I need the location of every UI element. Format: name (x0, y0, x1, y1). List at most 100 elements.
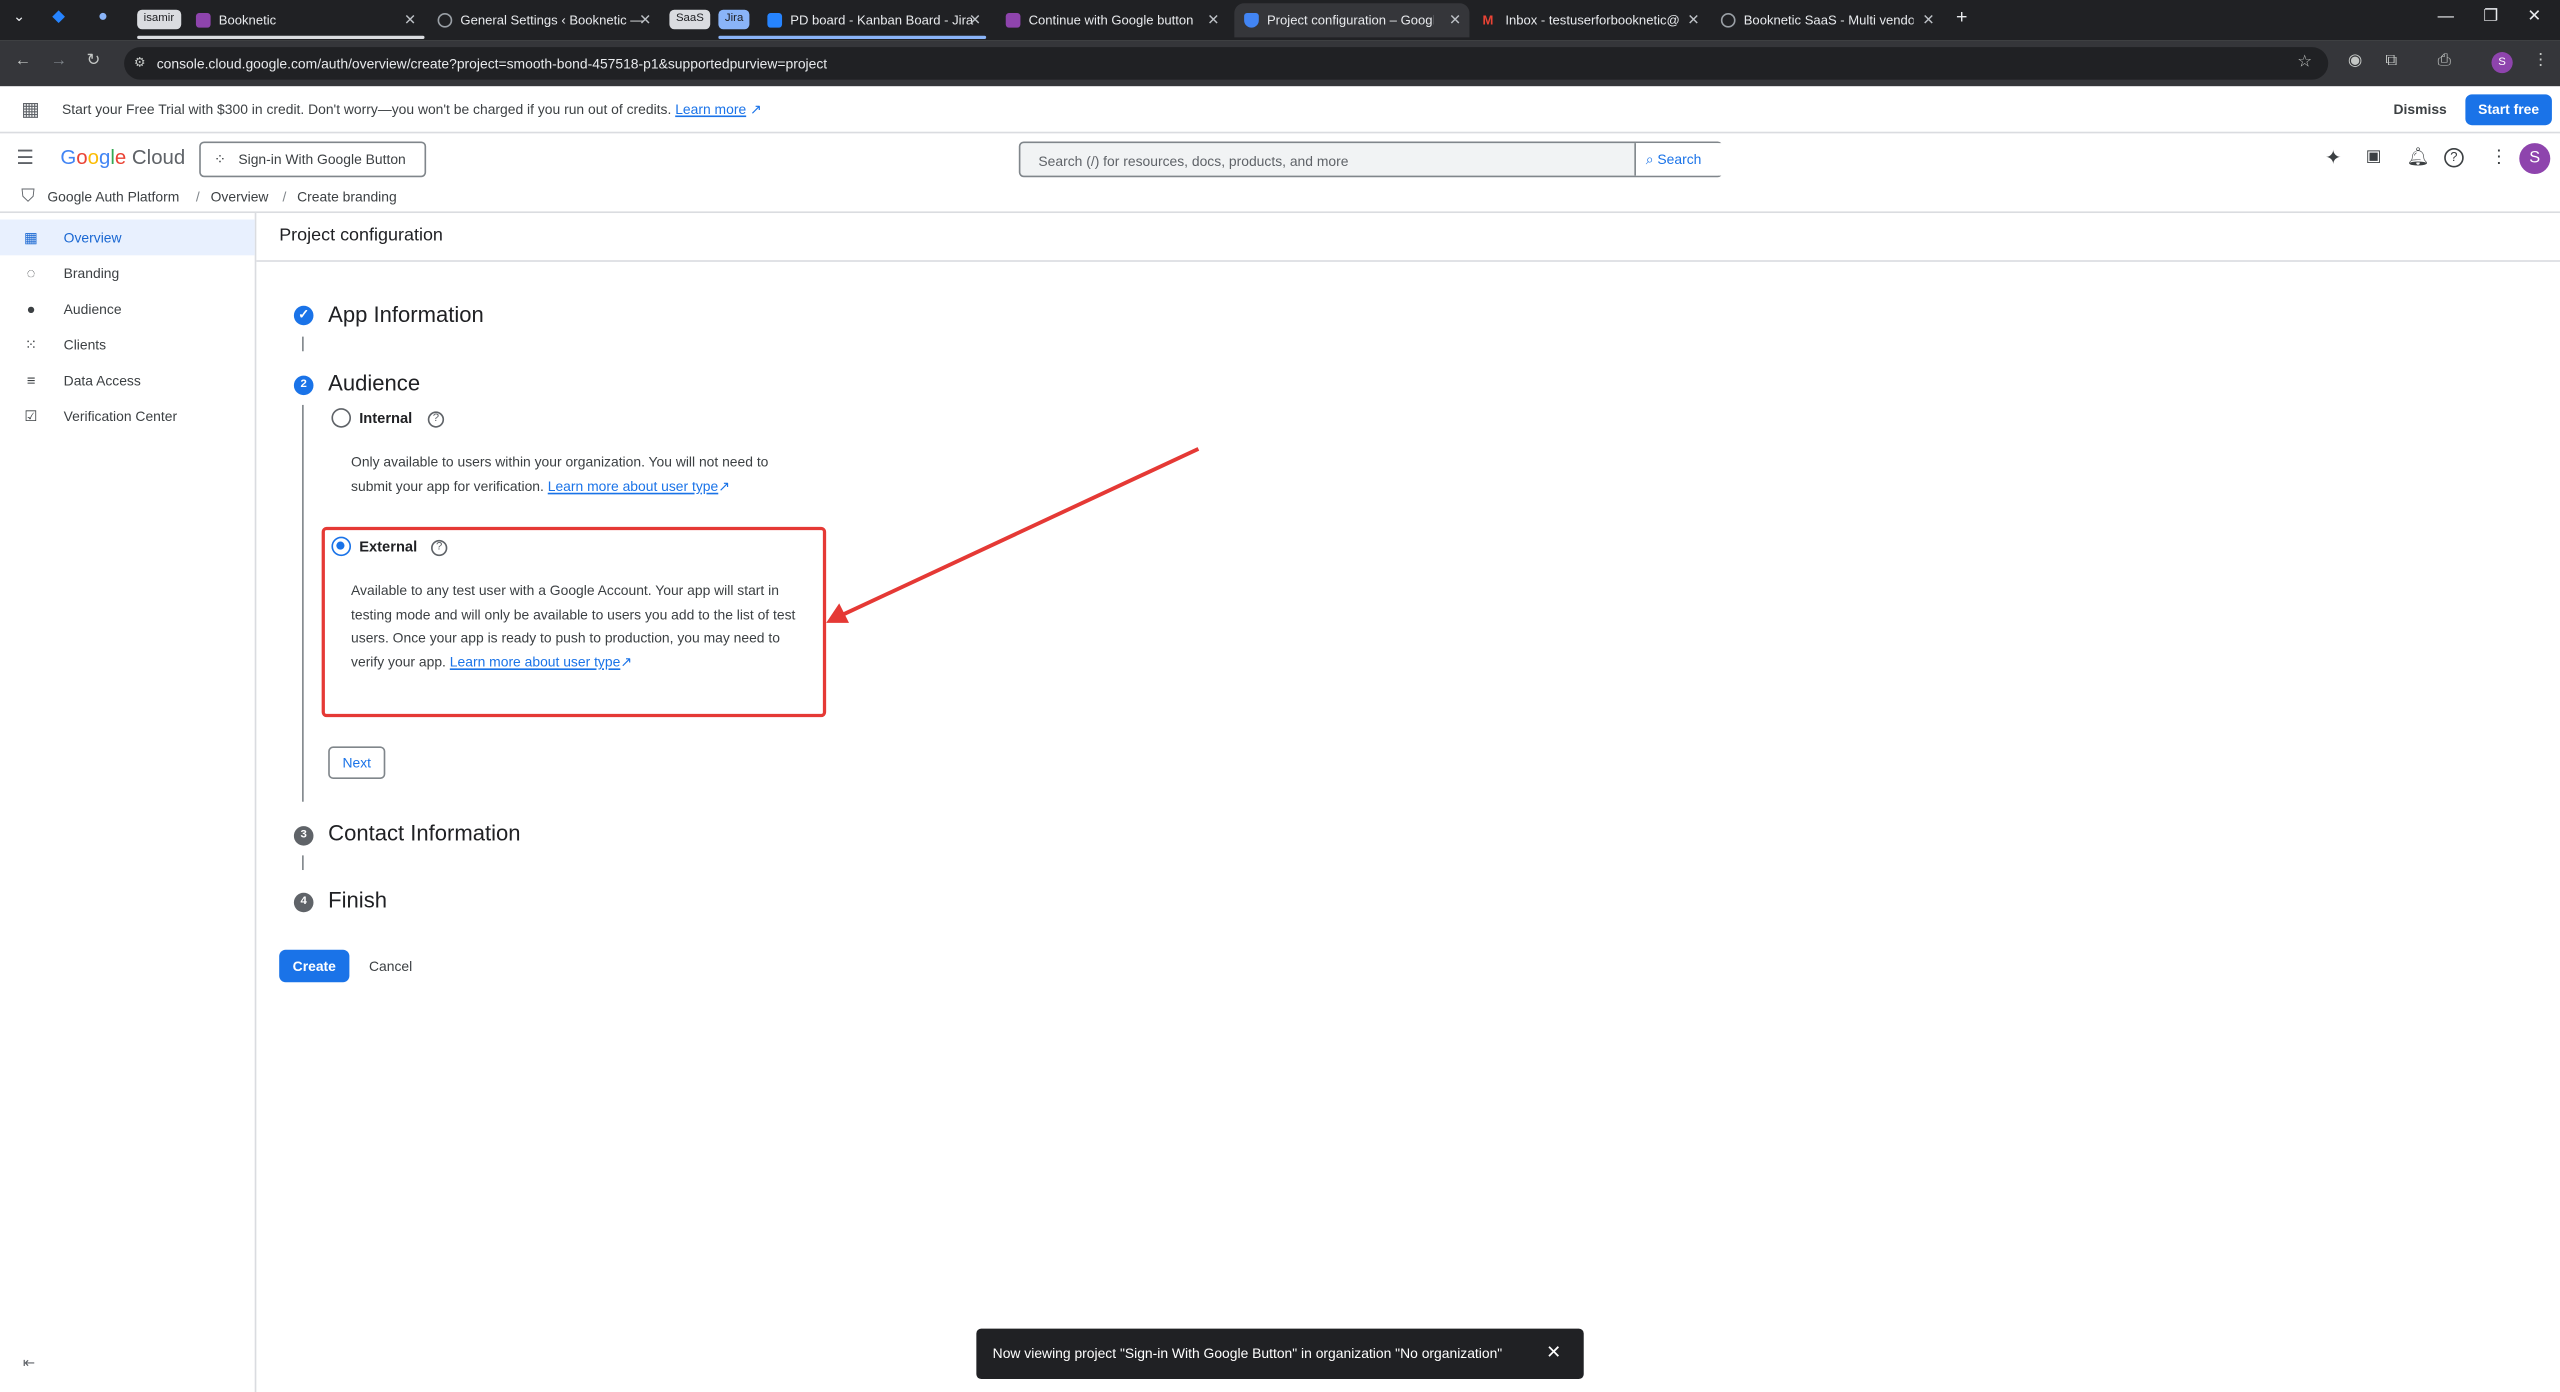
step-connector (302, 404, 304, 802)
external-radio[interactable] (331, 536, 352, 557)
tab-general-settings[interactable]: General Settings ‹ Booknetic — ✕ (428, 3, 660, 37)
grid-icon: ⁙ (24, 336, 38, 353)
close-tab-icon[interactable]: ✕ (1449, 11, 1461, 29)
sidebar-item-branding[interactable]: ◌ Branding (0, 255, 255, 291)
globe-icon (1720, 13, 1736, 28)
step-audience: Audience (328, 370, 421, 396)
tab-project-configuration[interactable]: Project configuration – Google ✕ (1234, 3, 1470, 38)
internal-learn-more-link[interactable]: Learn more about user type (548, 478, 719, 494)
tab-pd-board[interactable]: PD board - Kanban Board - Jira ✕ (758, 3, 990, 37)
sidebar-item-label: Clients (63, 336, 107, 353)
external-label[interactable]: External (359, 538, 417, 554)
site-info-icon[interactable]: ⚙ (134, 47, 146, 80)
close-tab-icon[interactable]: ✕ (1687, 11, 1699, 29)
step-number-badge: 4 (293, 892, 314, 913)
breadcrumb-overview[interactable]: Overview (211, 189, 269, 205)
tab-booknetic-saas[interactable]: Booknetic SaaS - Multi vendor ✕ (1711, 3, 1943, 37)
internal-description: Only available to users within your orga… (351, 450, 808, 498)
start-free-button[interactable]: Start free (2465, 94, 2552, 126)
page-title: Project configuration (279, 226, 443, 246)
tab-group-jira[interactable]: Jira (718, 9, 750, 30)
sidebar-item-label: Data Access (63, 372, 141, 389)
external-help-icon[interactable]: ? (431, 539, 448, 557)
close-tab-icon[interactable]: ✕ (969, 11, 981, 29)
close-tab-icon[interactable]: ✕ (1922, 11, 1934, 29)
tab-inbox[interactable]: M Inbox - testuserforbooknetic@ ✕ (1473, 3, 1708, 37)
search-placeholder: Search (/) for resources, docs, products… (1038, 152, 1349, 170)
internal-label[interactable]: Internal (359, 410, 412, 426)
tab-group-isamir[interactable]: isamir (137, 9, 181, 30)
tab-continue-google[interactable]: Continue with Google button ✕ (996, 3, 1228, 37)
step-number-badge: 3 (293, 826, 314, 846)
cancel-button[interactable]: Cancel (369, 958, 412, 974)
reload-icon[interactable]: ↻ (87, 52, 101, 70)
jira-pinned-tab-icon[interactable]: ◆ (52, 8, 65, 26)
internal-help-icon[interactable]: ? (427, 411, 445, 428)
project-picker[interactable]: ⁘ Sign-in With Google Button (199, 141, 427, 178)
tab-booknetic[interactable]: Booknetic ✕ (186, 3, 424, 37)
trial-learn-more-link[interactable]: Learn more (675, 101, 746, 117)
browser-menu-icon[interactable]: ⋮ (2532, 52, 2548, 70)
free-trial-banner: ▦ Start your Free Trial with $300 in cre… (0, 86, 2560, 134)
external-link-icon: ↗ (718, 477, 730, 494)
close-icon[interactable]: ✕ (1546, 1342, 1561, 1363)
google-cloud-logo[interactable]: Google Cloud (60, 146, 185, 169)
restore-icon[interactable]: ❐ (2483, 8, 2498, 26)
screenshot-icon[interactable]: ⎙ (2438, 52, 2451, 70)
collapse-sidebar-icon[interactable]: ⇤ (23, 1355, 35, 1373)
sidebar-item-data-access[interactable]: ≡ Data Access (0, 363, 255, 399)
bookmark-star-icon[interactable]: ☆ (2297, 47, 2312, 80)
address-bar[interactable]: ⚙ console.cloud.google.com/auth/overview… (124, 47, 2329, 80)
list-settings-icon: ≡ (26, 372, 36, 389)
gemini-sparkle-icon[interactable]: ✦ (2325, 146, 2341, 169)
new-tab-icon[interactable]: + (1956, 5, 1967, 28)
discord-pinned-tab-icon[interactable]: ● (98, 8, 108, 26)
external-learn-more-link[interactable]: Learn more about user type (450, 654, 621, 670)
dismiss-button[interactable]: Dismiss (2394, 101, 2447, 117)
tab-group-saas[interactable]: SaaS (669, 9, 711, 30)
breadcrumb-separator: / (282, 188, 287, 205)
project-picker-icon: ⁘ (213, 151, 227, 168)
step-connector (302, 855, 304, 871)
step-app-information[interactable]: App Information (328, 302, 484, 326)
booknetic-favicon-icon (1005, 13, 1021, 28)
internal-radio[interactable] (331, 408, 352, 428)
create-button[interactable]: Create (279, 949, 350, 983)
settings-menu-icon[interactable]: ⋮ (2490, 146, 2508, 168)
hamburger-menu-icon[interactable]: ☰ (16, 146, 34, 169)
tab-title: General Settings ‹ Booknetic — (460, 13, 644, 28)
external-link-icon: ↗ (746, 100, 762, 118)
profile-avatar[interactable]: S (2491, 52, 2513, 74)
close-tab-icon[interactable]: ✕ (1207, 11, 1219, 29)
tab-search-icon[interactable]: ⌄ (13, 8, 25, 26)
close-tab-icon[interactable]: ✕ (404, 11, 416, 29)
forward-icon[interactable]: → (51, 52, 67, 70)
next-button[interactable]: Next (328, 746, 386, 779)
close-tab-icon[interactable]: ✕ (639, 11, 651, 29)
notifications-bell-icon[interactable]: 🔔︎ (2407, 146, 2430, 168)
breadcrumb-create-branding[interactable]: Create branding (297, 189, 397, 205)
trial-message: Start your Free Trial with $300 in credi… (62, 100, 672, 118)
account-avatar[interactable]: S (2519, 143, 2551, 175)
back-icon[interactable]: ← (15, 52, 31, 70)
sidebar-item-audience[interactable]: ● Audience (0, 291, 255, 327)
sidebar-item-verification-center[interactable]: ☑ Verification Center (0, 398, 255, 434)
extensions-puzzle-icon[interactable]: ⧉ (2385, 52, 2397, 70)
gmail-icon: M (1482, 13, 1494, 28)
cloud-shell-icon[interactable]: ▣ (2366, 148, 2381, 166)
project-name: Sign-in With Google Button (238, 151, 406, 168)
search-button[interactable]: ⌕ Search (1634, 143, 1723, 176)
step-number-badge: 2 (293, 375, 314, 396)
tab-title: Project configuration – Google (1266, 13, 1434, 28)
breadcrumb-product[interactable]: Google Auth Platform (47, 189, 179, 205)
search-box[interactable]: Search (/) for resources, docs, products… (1018, 141, 1723, 178)
external-link-icon: ↗ (620, 653, 632, 671)
help-icon[interactable]: ? (2444, 147, 2464, 168)
minimize-icon[interactable]: — (2438, 8, 2454, 26)
booknetic-favicon-icon (195, 13, 211, 28)
sidebar-item-overview[interactable]: ▦ Overview (0, 219, 255, 256)
close-window-icon[interactable]: ✕ (2527, 8, 2541, 26)
sidebar-item-label: Verification Center (63, 408, 178, 425)
sidebar-item-clients[interactable]: ⁙ Clients (0, 327, 255, 363)
extension-avatar-icon[interactable]: ◉ (2348, 52, 2362, 70)
